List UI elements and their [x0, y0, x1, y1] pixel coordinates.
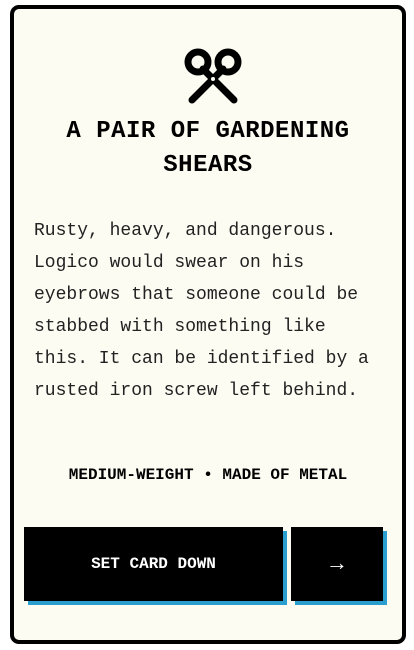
card-description: Rusty, heavy, and dangerous. Logico woul… [34, 221, 369, 401]
next-arrow-button[interactable]: → [291, 527, 383, 601]
card-attributes: MEDIUM-WEIGHT • MADE OF METAL [68, 466, 348, 484]
set-card-down-button[interactable]: SET CARD DOWN [24, 527, 283, 601]
scissors-icon [184, 47, 242, 105]
card-title: A PAIR OF GARDENING SHEARS [66, 118, 350, 179]
evidence-card: A PAIR OF GARDENING SHEARS Rusty, heavy,… [10, 5, 406, 644]
